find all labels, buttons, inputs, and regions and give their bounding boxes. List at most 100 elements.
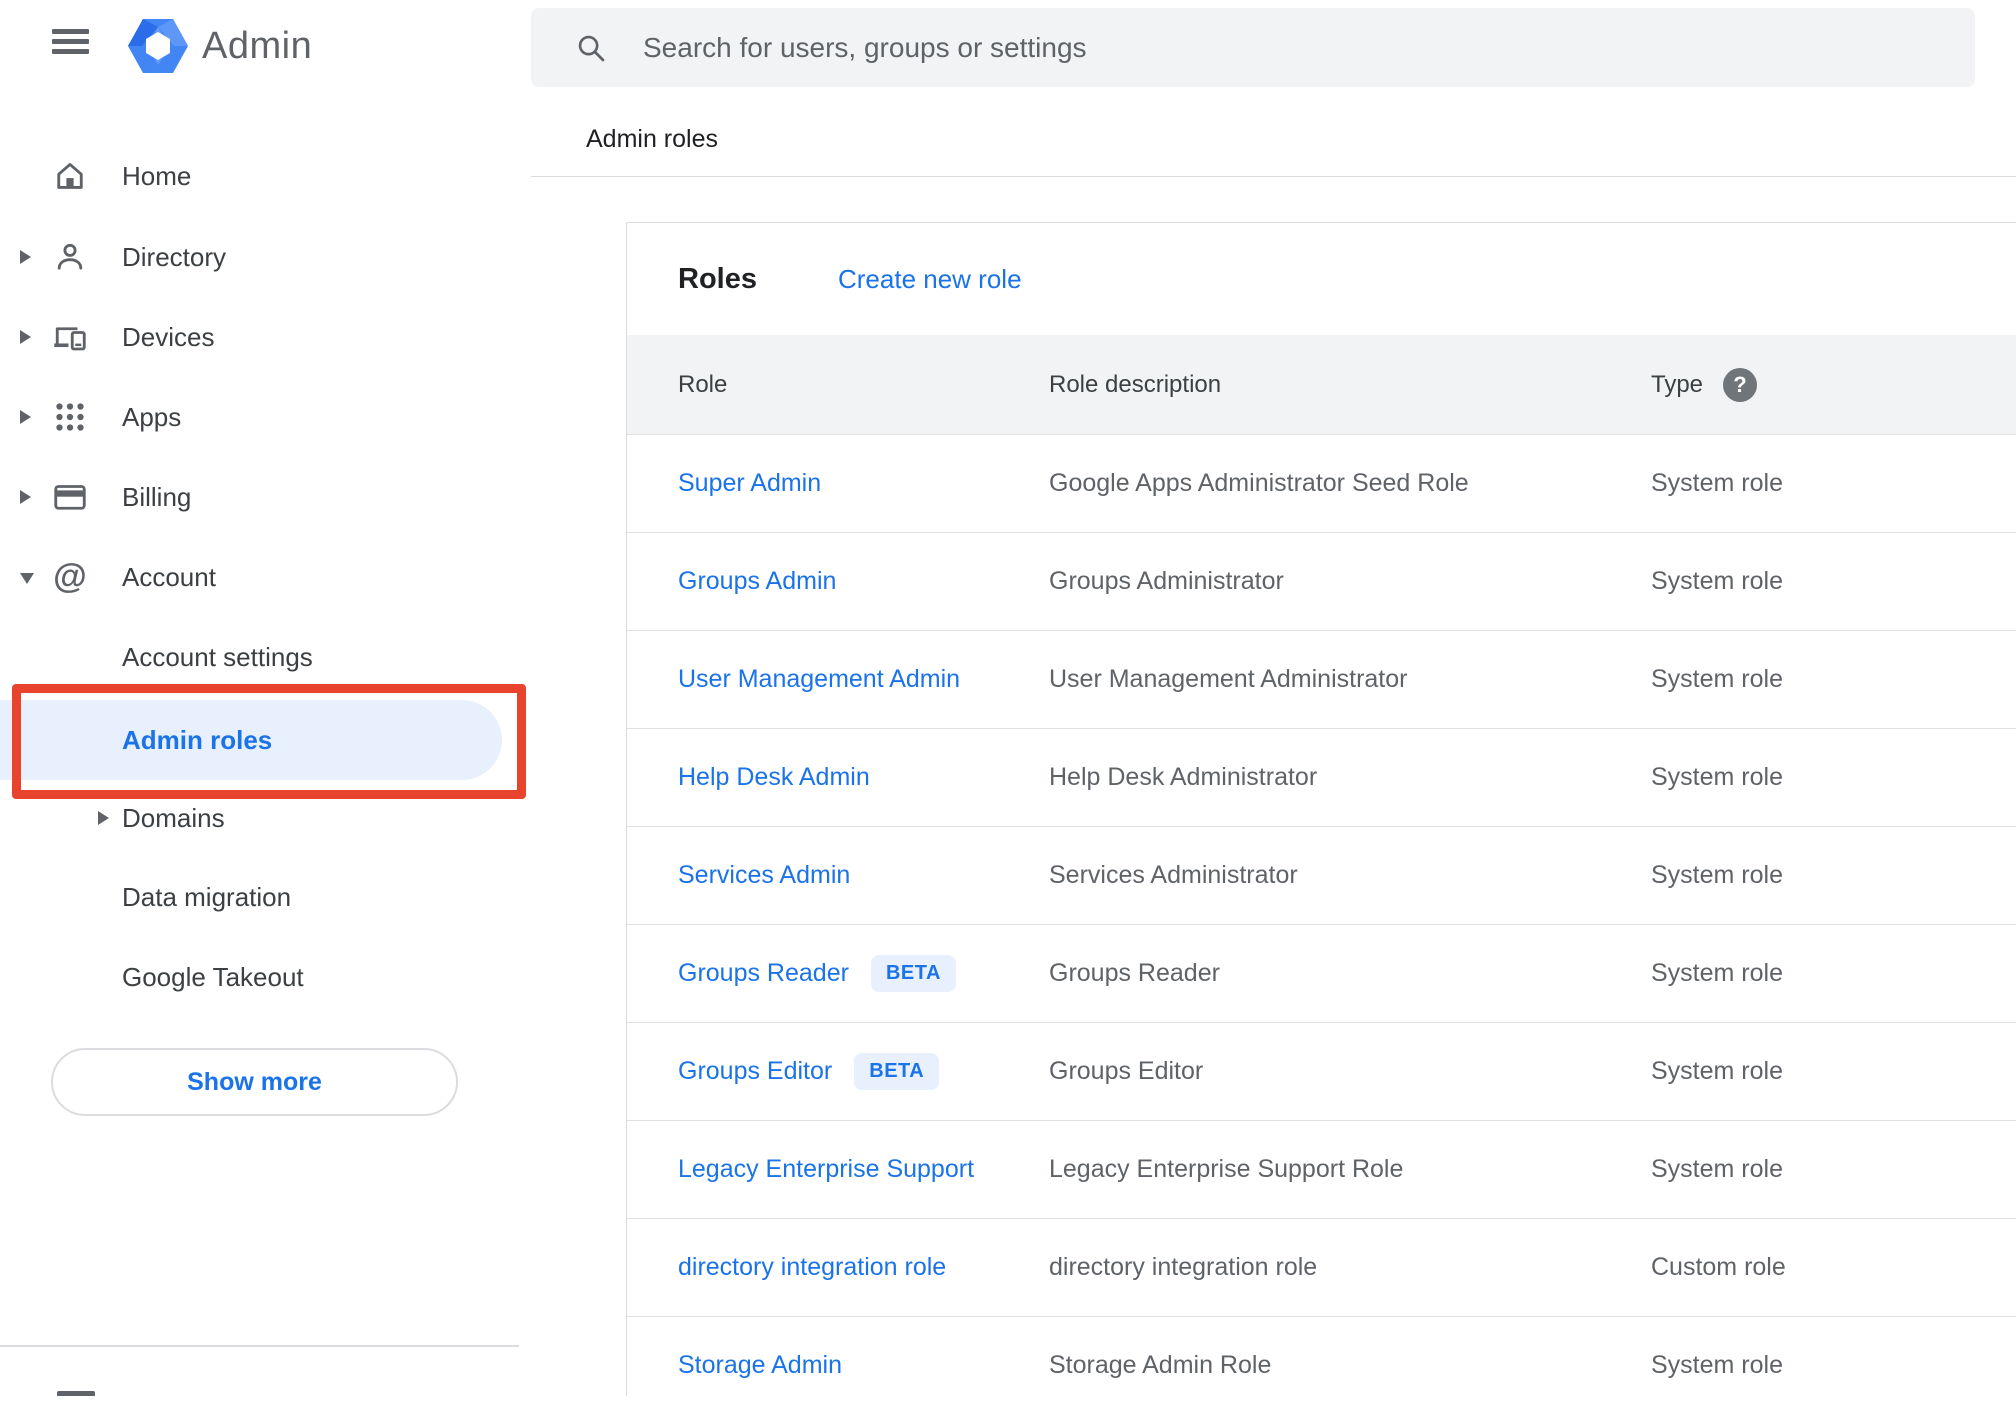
show-more-button[interactable]: Show more (51, 1048, 458, 1116)
role-link[interactable]: User Management Admin (678, 665, 960, 694)
breadcrumb-divider (531, 176, 2016, 177)
sidebar-item-account-settings[interactable]: Account settings (0, 617, 531, 697)
sidebar-item-google-takeout[interactable]: Google Takeout (0, 937, 531, 1017)
role-type: System role (1651, 665, 1783, 693)
role-type: System role (1651, 1155, 1783, 1183)
role-link[interactable]: Super Admin (678, 469, 821, 498)
column-header-description: Role description (1049, 371, 1222, 398)
role-description: Google Apps Administrator Seed Role (1049, 469, 1469, 497)
create-new-role-link[interactable]: Create new role (838, 223, 1022, 335)
column-header-type: Type ? (1651, 335, 1758, 434)
sidebar-bottom-divider (0, 1345, 519, 1347)
expand-arrow-icon[interactable] (20, 330, 31, 344)
sidebar-item-billing[interactable]: Billing (0, 457, 531, 537)
table-header-row: Role Role description Type ? (627, 335, 2016, 434)
role-description: Help Desk Administrator (1049, 763, 1318, 791)
role-description: Legacy Enterprise Support Role (1049, 1155, 1404, 1183)
sidebar-item-domains[interactable]: Domains (0, 778, 531, 858)
table-row: Help Desk Admin Help Desk Administrator … (627, 728, 2016, 826)
expand-arrow-icon[interactable] (20, 410, 31, 424)
help-icon[interactable]: ? (1723, 367, 1758, 402)
sidebar-item-label: Apps (122, 402, 182, 432)
expand-arrow-icon[interactable] (98, 811, 109, 825)
table-row: User Management Admin User Management Ad… (627, 630, 2016, 728)
breadcrumb: Admin roles (586, 125, 718, 153)
role-link[interactable]: Groups Editor (678, 1057, 832, 1086)
table-row: Legacy Enterprise Support Legacy Enterpr… (627, 1120, 2016, 1218)
table-row: Groups Editor BETA Groups Editor System … (627, 1022, 2016, 1120)
collapse-arrow-icon[interactable] (20, 573, 34, 584)
sidebar-item-label: Domains (122, 803, 225, 833)
product-name: Admin (202, 24, 313, 67)
role-description: Services Administrator (1049, 861, 1298, 889)
role-type: System role (1651, 469, 1783, 497)
sidebar: Admin Home Directory Devices Apps Billin… (0, 0, 531, 1396)
role-type: System role (1651, 861, 1783, 889)
role-link[interactable]: Groups Admin (678, 567, 836, 596)
table-row: directory integration role directory int… (627, 1218, 2016, 1316)
beta-badge: BETA (854, 1053, 940, 1090)
admin-logo[interactable]: Admin (128, 14, 312, 78)
sidebar-item-account[interactable]: @ Account (0, 537, 531, 617)
role-link[interactable]: Storage Admin (678, 1351, 842, 1380)
table-body: Super Admin Google Apps Administrator Se… (627, 434, 2016, 1414)
sidebar-item-data-migration[interactable]: Data migration (0, 857, 531, 937)
hamburger-menu-icon[interactable] (52, 29, 89, 55)
admin-hexagon-icon (128, 19, 188, 73)
table-row: Groups Reader BETA Groups Reader System … (627, 924, 2016, 1022)
page-title: Roles (678, 263, 757, 295)
sidebar-item-label: Account settings (122, 642, 313, 672)
apps-grid-icon (52, 399, 88, 435)
sidebar-item-label: Home (122, 161, 192, 191)
role-link[interactable]: directory integration role (678, 1253, 946, 1282)
role-description: Storage Admin Role (1049, 1351, 1272, 1379)
table-row: Super Admin Google Apps Administrator Se… (627, 434, 2016, 532)
sidebar-item-admin-roles[interactable]: Admin roles (0, 700, 502, 780)
table-row: Services Admin Services Administrator Sy… (627, 826, 2016, 924)
column-header-role: Role (678, 371, 728, 398)
search-bar[interactable] (531, 8, 1975, 87)
sidebar-item-label: Account (122, 562, 216, 592)
sidebar-item-devices[interactable]: Devices (0, 297, 531, 377)
beta-badge: BETA (870, 955, 956, 992)
svg-text:@: @ (53, 559, 87, 595)
at-sign-icon: @ (52, 558, 88, 596)
table-row: Storage Admin Storage Admin Role System … (627, 1316, 2016, 1414)
person-icon (52, 239, 88, 275)
sidebar-item-directory[interactable]: Directory (0, 217, 531, 297)
role-link[interactable]: Help Desk Admin (678, 763, 870, 792)
devices-icon (52, 319, 88, 355)
role-type: System role (1651, 1351, 1783, 1379)
sidebar-item-label: Directory (122, 242, 227, 272)
role-description: Groups Editor (1049, 1057, 1204, 1085)
search-icon (578, 35, 605, 61)
sidebar-item-label: Admin roles (122, 725, 273, 755)
sidebar-item-label: Google Takeout (122, 962, 304, 992)
role-link[interactable]: Legacy Enterprise Support (678, 1155, 974, 1184)
credit-card-icon (52, 479, 88, 515)
sidebar-item-home[interactable]: Home (0, 136, 531, 216)
clipped-bottom-icon (57, 1391, 95, 1396)
table-row: Groups Admin Groups Administrator System… (627, 532, 2016, 630)
home-icon (52, 158, 88, 194)
role-type: System role (1651, 567, 1783, 595)
role-description: Groups Administrator (1049, 567, 1284, 595)
sidebar-item-label: Billing (122, 482, 192, 512)
role-type: System role (1651, 763, 1783, 791)
role-description: User Management Administrator (1049, 665, 1408, 693)
role-link[interactable]: Services Admin (678, 861, 850, 890)
sidebar-item-label: Data migration (122, 882, 292, 912)
sidebar-item-label: Devices (122, 322, 215, 352)
expand-arrow-icon[interactable] (20, 490, 31, 504)
role-type: Custom role (1651, 1253, 1786, 1281)
role-description: Groups Reader (1049, 959, 1220, 987)
search-input[interactable] (643, 31, 1945, 64)
role-type: System role (1651, 1057, 1783, 1085)
expand-arrow-icon[interactable] (20, 250, 31, 264)
role-link[interactable]: Groups Reader (678, 959, 849, 988)
sidebar-item-apps[interactable]: Apps (0, 377, 531, 457)
role-description: directory integration role (1049, 1253, 1318, 1281)
roles-panel: Roles Create new role Role Role descript… (626, 222, 2016, 1396)
role-type: System role (1651, 959, 1783, 987)
roles-panel-header: Roles Create new role (627, 223, 2016, 335)
